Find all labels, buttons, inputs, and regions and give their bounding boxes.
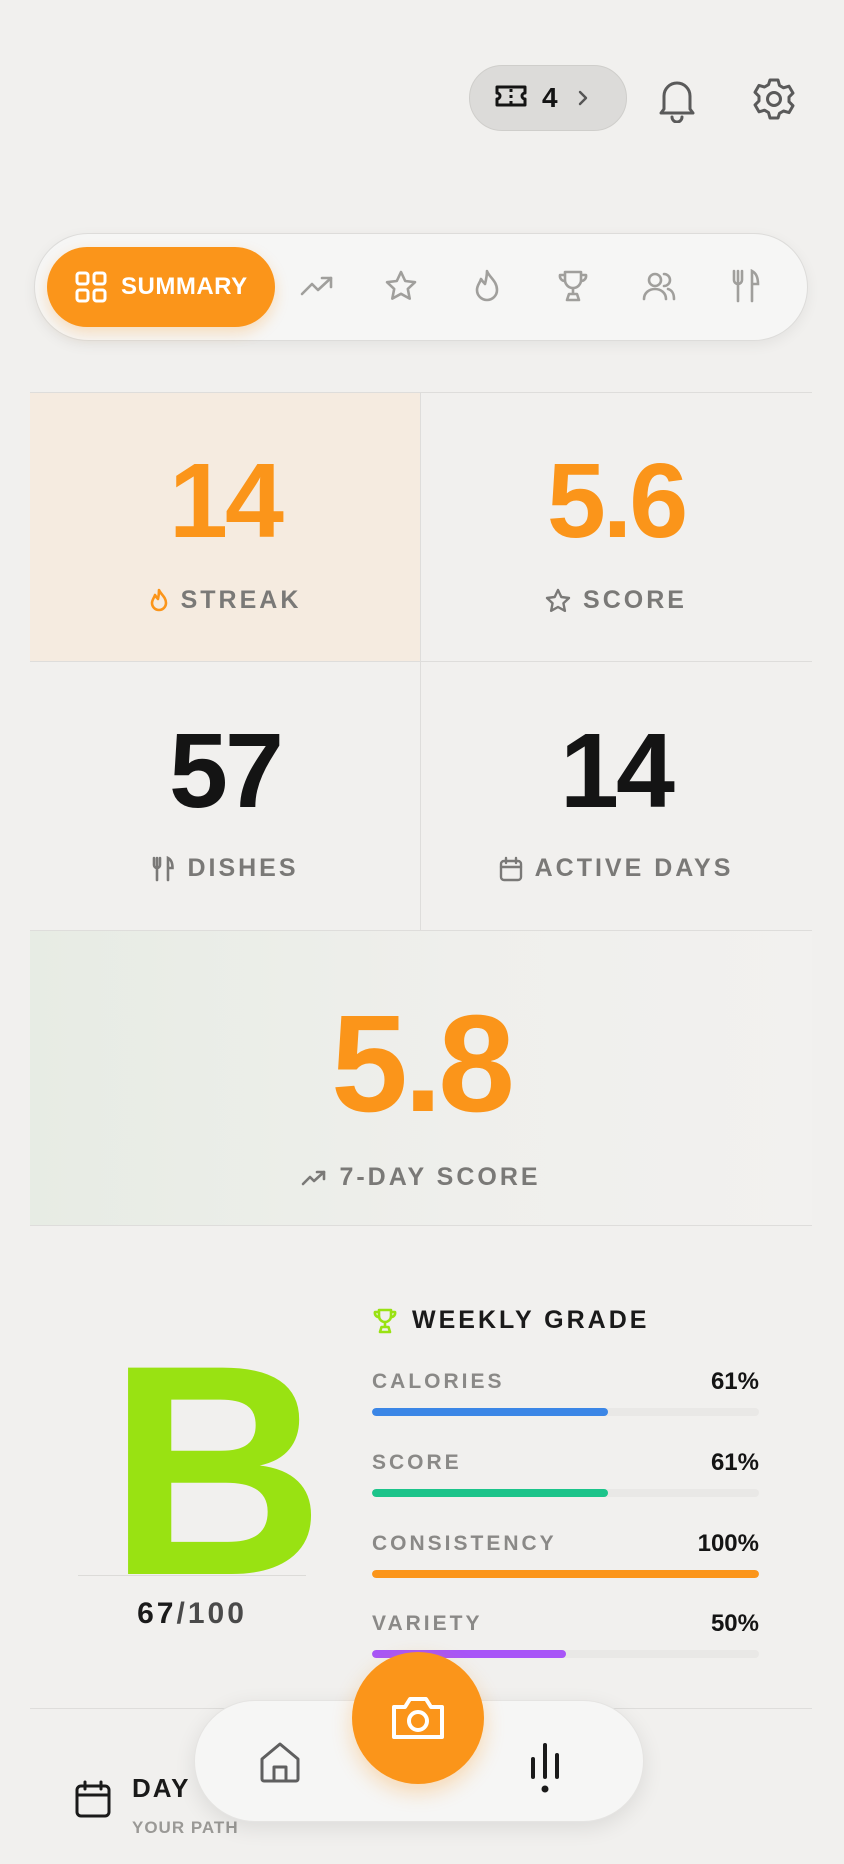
metric-variety: VARIETY 50% — [372, 1610, 759, 1658]
tab-summary[interactable]: SUMMARY — [47, 247, 275, 327]
weekly-grade-title: WEEKLY GRADE — [372, 1306, 649, 1335]
tab-favorites[interactable] — [381, 266, 421, 306]
dishes-stat: 57 DISHES — [30, 718, 420, 883]
bar-chart-icon — [531, 1743, 559, 1793]
trending-up-icon — [300, 276, 333, 296]
metric-score: SCORE 61% — [372, 1449, 759, 1497]
gear-icon[interactable] — [749, 74, 799, 124]
progress-fill — [372, 1408, 609, 1416]
camera-icon — [392, 1697, 444, 1739]
score-value: 5.6 — [546, 442, 688, 560]
tab-friends[interactable] — [639, 266, 679, 306]
metric-calories: CALORIES 61% — [372, 1368, 759, 1416]
progress-fill — [372, 1489, 609, 1497]
nav-home[interactable] — [257, 1739, 303, 1790]
metric-consistency: CONSISTENCY 100% — [372, 1530, 759, 1578]
utensils-icon — [732, 269, 760, 303]
bell-icon[interactable] — [652, 74, 702, 124]
trophy-icon — [558, 270, 588, 302]
grid-icon — [75, 271, 107, 303]
seven-day-label: 7-DAY SCORE — [339, 1163, 541, 1191]
calendar-icon — [499, 856, 522, 881]
dishes-label: DISHES — [187, 854, 299, 882]
metric-pct: 61% — [710, 1368, 759, 1395]
tab-streaks[interactable] — [467, 266, 507, 306]
active-days-value: 14 — [560, 712, 675, 830]
progress-track — [372, 1489, 759, 1497]
metric-name: SCORE — [372, 1451, 462, 1474]
active-days-stat: 14 ACTIVE DAYS — [420, 718, 812, 883]
metric-pct: 61% — [710, 1449, 759, 1476]
dishes-value: 57 — [169, 712, 284, 830]
metric-pct: 50% — [710, 1610, 759, 1637]
score-stat: 5.6 SCORE — [420, 448, 812, 615]
home-icon — [260, 1742, 300, 1783]
progress-track — [372, 1408, 759, 1416]
metric-name: VARIETY — [372, 1612, 483, 1635]
streak-label: STREAK — [180, 586, 302, 614]
camera-button[interactable] — [352, 1652, 484, 1784]
streak-stat: 14 STREAK — [30, 448, 420, 615]
chevron-right-icon — [576, 88, 590, 108]
metric-pct: 100% — [697, 1530, 759, 1557]
seven-day-value: 5.8 — [331, 987, 515, 1141]
seven-day-stat: 5.8 7-DAY SCORE — [30, 995, 812, 1192]
score-label: SCORE — [583, 586, 687, 614]
streak-value: 14 — [169, 442, 284, 560]
metric-name: CONSISTENCY — [372, 1532, 557, 1555]
tab-achievements[interactable] — [553, 266, 593, 306]
flame-icon — [150, 588, 167, 611]
nav-stats[interactable] — [525, 1737, 565, 1802]
grade-divider — [78, 1575, 306, 1576]
star-icon — [545, 588, 571, 612]
metric-name: CALORIES — [372, 1370, 505, 1393]
ticket-icon — [494, 83, 528, 114]
active-days-label: ACTIVE DAYS — [534, 854, 734, 882]
grade-score: 67/100 — [78, 1597, 306, 1631]
tab-meals[interactable] — [725, 266, 765, 306]
tab-summary-label: SUMMARY — [121, 273, 248, 300]
day-subtitle: YOUR PATH — [132, 1818, 239, 1837]
trophy-icon — [373, 1308, 397, 1333]
users-icon — [642, 272, 676, 301]
calendar-icon — [75, 1780, 111, 1818]
tab-bar: SUMMARY — [34, 233, 808, 341]
grade-max: /100 — [176, 1597, 247, 1630]
tokens-count: 4 — [542, 82, 558, 113]
utensils-icon — [153, 855, 175, 881]
trending-up-icon — [302, 1170, 326, 1185]
star-icon — [385, 270, 417, 300]
weekly-grade-label: WEEKLY GRADE — [412, 1306, 650, 1334]
tab-trends[interactable] — [297, 266, 337, 306]
tokens-pill[interactable]: 4 — [469, 65, 627, 131]
grade-points: 67 — [137, 1597, 177, 1630]
app-screen: 4 SUMMARY 14 STREAK 5.6 SCORE 57 DISHES … — [0, 0, 844, 1864]
flame-icon — [475, 269, 499, 302]
progress-fill — [372, 1570, 759, 1578]
progress-track — [372, 1570, 759, 1578]
